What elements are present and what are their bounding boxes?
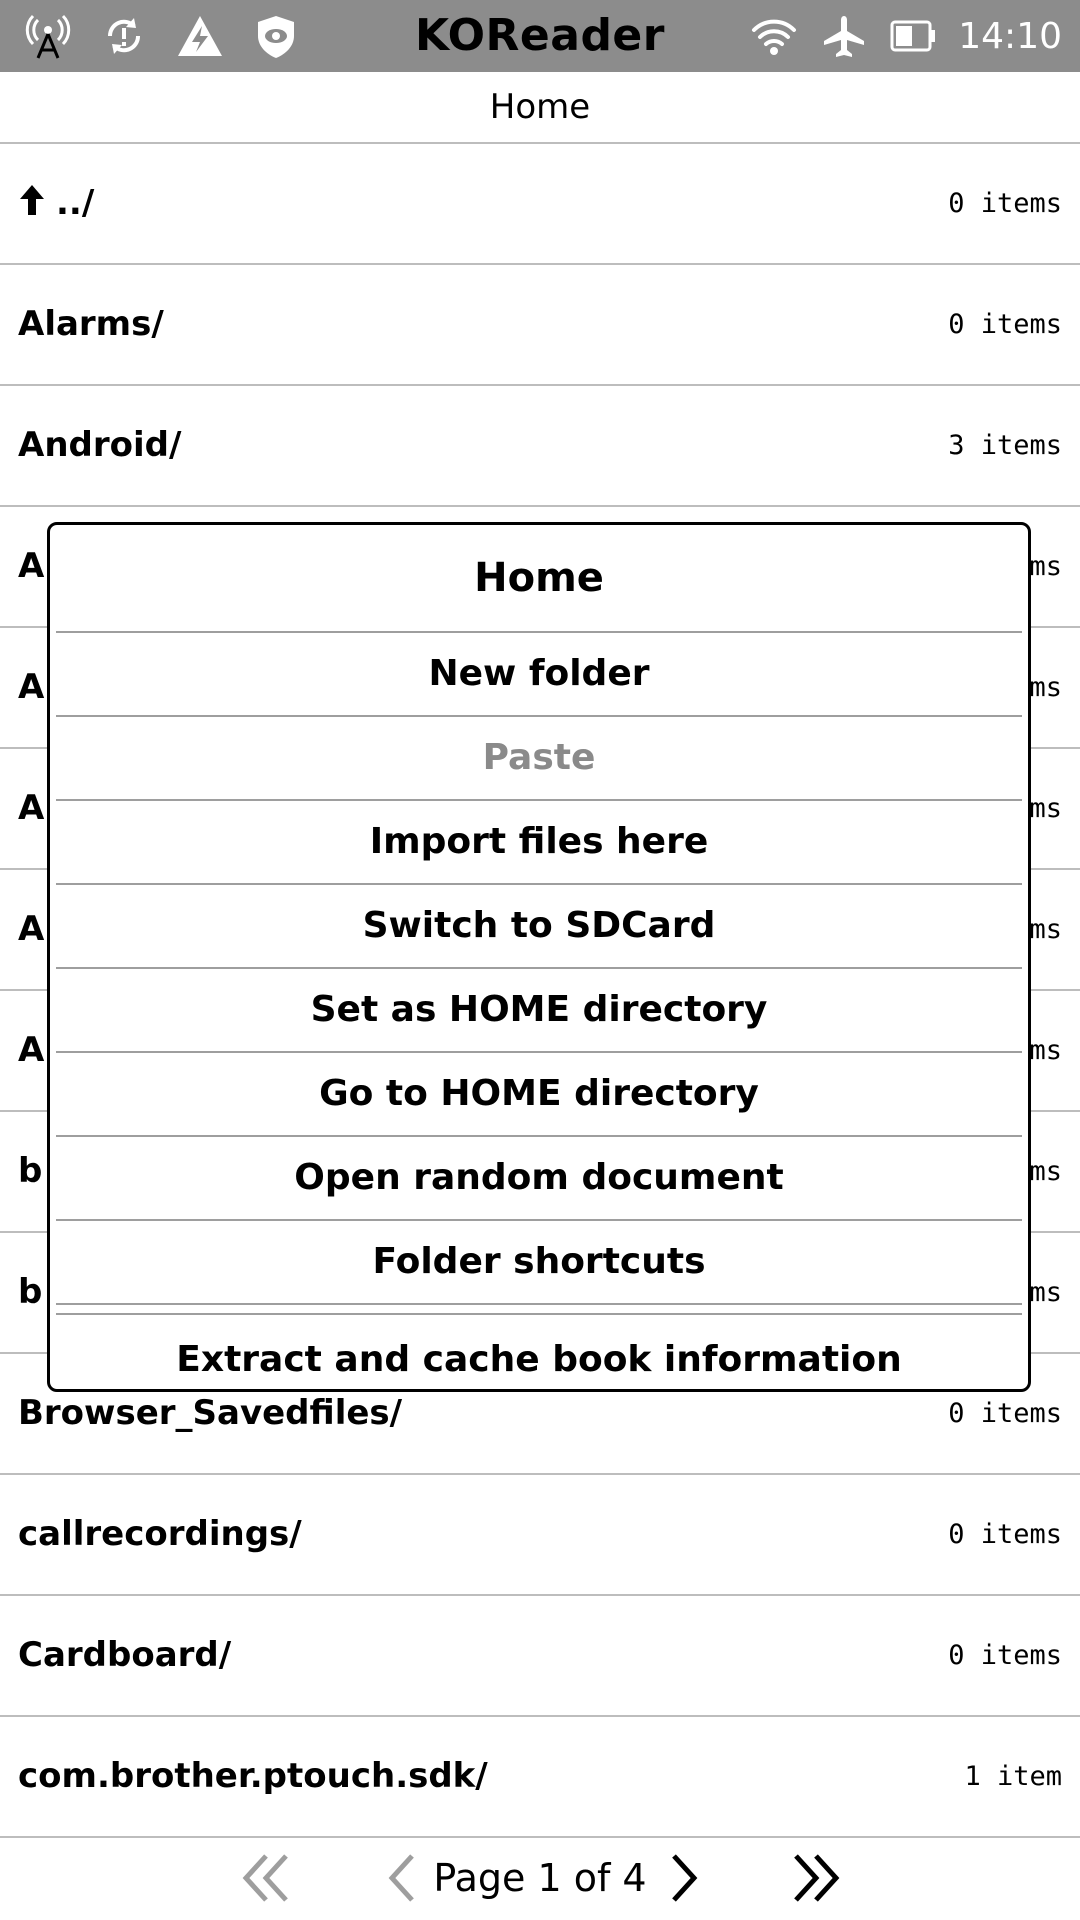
list-item-label: Alarms/ bbox=[18, 304, 164, 344]
pagination-bar: Page 1 of 4 bbox=[0, 1838, 1080, 1920]
list-item[interactable]: Alarms/0 items bbox=[0, 265, 1080, 386]
list-item-label: com.brother.ptouch.sdk/ bbox=[18, 1756, 488, 1796]
menu-item-new-folder[interactable]: New folder bbox=[56, 633, 1022, 717]
list-item-label: callrecordings/ bbox=[18, 1514, 302, 1554]
list-item[interactable]: callrecordings/0 items bbox=[0, 1475, 1080, 1596]
list-item-label: A bbox=[18, 909, 45, 949]
list-item-name: Cardboard/ bbox=[18, 1596, 231, 1715]
list-item-count: ms bbox=[1029, 914, 1062, 945]
list-item-name: A bbox=[18, 749, 44, 868]
list-item-name: Alarms/ bbox=[18, 265, 164, 384]
list-item-label: ../ bbox=[56, 183, 95, 223]
list-item-label: A bbox=[18, 788, 45, 828]
page-indicator[interactable]: Page 1 of 4 bbox=[0, 1850, 1080, 1906]
wifi-icon bbox=[748, 10, 800, 62]
status-time: 14:10 bbox=[958, 15, 1062, 57]
list-item-label: Android/ bbox=[18, 425, 182, 465]
list-item-count: ms bbox=[1029, 1277, 1062, 1308]
list-item-count: ms bbox=[1029, 1035, 1062, 1066]
list-item-name: com.brother.ptouch.sdk/ bbox=[18, 1717, 488, 1836]
list-item-count: 3 items bbox=[948, 430, 1062, 461]
airplane-icon bbox=[818, 10, 870, 62]
list-item-name: A bbox=[18, 991, 44, 1110]
menu-item-go-to-home-directory[interactable]: Go to HOME directory bbox=[56, 1053, 1022, 1137]
list-item-name: A bbox=[18, 507, 44, 626]
menu-item-folder-shortcuts[interactable]: Folder shortcuts bbox=[56, 1221, 1022, 1305]
status-icons-right: 14:10 bbox=[748, 10, 1062, 62]
status-bar: KOReader 14:10 bbox=[0, 0, 1080, 72]
list-item-count: ms bbox=[1029, 1156, 1062, 1187]
folder-menu-dialog: Home New folder Paste Import files here Swi… bbox=[47, 522, 1031, 1392]
list-item[interactable]: Cardboard/0 items bbox=[0, 1596, 1080, 1717]
list-item-count: ms bbox=[1029, 551, 1062, 582]
list-item-label: A bbox=[18, 546, 45, 586]
list-item-name: callrecordings/ bbox=[18, 1475, 302, 1594]
menu-item-import-files-here[interactable]: Import files here bbox=[56, 801, 1022, 885]
last-page-icon[interactable] bbox=[786, 1848, 846, 1908]
dialog-title: Home bbox=[56, 525, 1022, 633]
next-page-icon[interactable] bbox=[654, 1848, 714, 1908]
list-item-label: b bbox=[18, 1151, 43, 1191]
list-item-label: Cardboard/ bbox=[18, 1635, 232, 1675]
list-item[interactable]: Android/3 items bbox=[0, 386, 1080, 507]
list-item-count: 0 items bbox=[948, 309, 1062, 340]
menu-item-extract-and-cache-book-information[interactable]: Extract and cache book information bbox=[56, 1315, 1022, 1405]
list-item-label: A bbox=[18, 1030, 45, 1070]
arrow-up-icon bbox=[18, 147, 46, 215]
list-item-count: 1 item bbox=[964, 1761, 1062, 1792]
list-item-name: b bbox=[18, 1112, 42, 1231]
menu-item-open-random-document[interactable]: Open random document bbox=[56, 1137, 1022, 1221]
list-item-count: 0 items bbox=[948, 1640, 1062, 1671]
list-item-count: 0 items bbox=[948, 188, 1062, 219]
page-title[interactable]: Home bbox=[0, 72, 1080, 144]
list-item-count: ms bbox=[1029, 793, 1062, 824]
list-item-label: A bbox=[18, 667, 45, 707]
menu-item-set-as-home-directory[interactable]: Set as HOME directory bbox=[56, 969, 1022, 1053]
list-item[interactable]: com.brother.ptouch.sdk/1 item bbox=[0, 1717, 1080, 1838]
menu-item-switch-to-sdcard[interactable]: Switch to SDCard bbox=[56, 885, 1022, 969]
battery-icon bbox=[888, 10, 940, 62]
list-item-name: Android/ bbox=[18, 386, 181, 505]
list-item[interactable]: ../ 0 items bbox=[0, 144, 1080, 265]
list-item-name: b bbox=[18, 1233, 42, 1352]
menu-item-paste: Paste bbox=[56, 717, 1022, 801]
list-item-label: b bbox=[18, 1272, 43, 1312]
menu-separator bbox=[56, 1305, 1022, 1315]
list-item-name: A bbox=[18, 628, 44, 747]
list-item-name: A bbox=[18, 870, 44, 989]
list-item-count: ms bbox=[1029, 672, 1062, 703]
list-item-name: ../ bbox=[18, 144, 94, 263]
list-item-count: 0 items bbox=[948, 1519, 1062, 1550]
